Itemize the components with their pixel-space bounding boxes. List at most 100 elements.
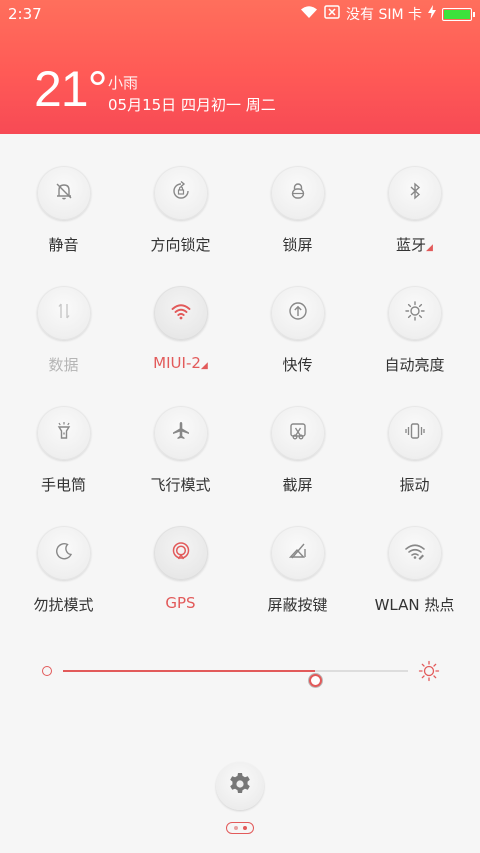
brightness-min-icon bbox=[42, 666, 52, 676]
vibrate-icon bbox=[403, 419, 427, 447]
toggle-quick-share[interactable]: 快传 bbox=[239, 286, 356, 375]
toggle-bluetooth[interactable]: 蓝牙◢ bbox=[356, 166, 473, 255]
toggle-silent-bell-button[interactable] bbox=[36, 166, 91, 220]
toggle-moon[interactable]: 勿扰模式 bbox=[5, 526, 122, 615]
toggle-label: 数据 bbox=[5, 354, 122, 375]
gear-icon bbox=[227, 771, 253, 801]
silent-bell-icon bbox=[52, 179, 76, 207]
toggle-label: WLAN 热点 bbox=[356, 594, 473, 615]
toggle-label: 蓝牙◢ bbox=[356, 234, 473, 255]
brightness-thumb[interactable] bbox=[308, 674, 322, 687]
toggle-label: 静音 bbox=[5, 234, 122, 255]
toggle-label: 屏蔽按键 bbox=[239, 594, 356, 615]
toggle-block-keys-button[interactable] bbox=[270, 526, 325, 580]
weather-condition: 小雨 bbox=[108, 74, 139, 92]
page-dot-1 bbox=[233, 826, 238, 830]
wifi-status-icon bbox=[300, 5, 318, 23]
toggle-label-text: 数据 bbox=[48, 356, 79, 374]
brightness-max-sun-icon bbox=[418, 660, 440, 682]
toggle-flashlight-button[interactable] bbox=[36, 406, 91, 460]
toggle-label-text: 方向锁定 bbox=[150, 236, 211, 254]
toggle-vibrate-button[interactable] bbox=[387, 406, 442, 460]
toggle-label: 截屏 bbox=[239, 474, 356, 495]
toggle-label: 手电筒 bbox=[5, 474, 122, 495]
lock-icon bbox=[286, 179, 310, 207]
quick-share-icon bbox=[286, 299, 310, 327]
toggle-gps[interactable]: GPS bbox=[122, 526, 239, 612]
status-time: 2:37 bbox=[8, 5, 42, 23]
status-icons: 没有 SIM 卡 bbox=[300, 4, 475, 24]
toggle-rotation-lock-button[interactable] bbox=[153, 166, 208, 220]
toggle-lock[interactable]: 锁屏 bbox=[239, 166, 356, 255]
toggle-label-text: GPS bbox=[165, 594, 196, 612]
no-sim-icon bbox=[324, 5, 340, 23]
toggle-label-text: WLAN 热点 bbox=[374, 596, 455, 614]
bluetooth-icon bbox=[403, 179, 427, 207]
hotspot-icon bbox=[403, 539, 427, 567]
weather-date: 05月15日 四月初一 周二 bbox=[108, 96, 276, 114]
toggle-label-text: 快传 bbox=[282, 356, 313, 374]
toggle-mobile-data[interactable]: 数据 bbox=[5, 286, 122, 375]
rotation-lock-icon bbox=[169, 179, 193, 207]
toggle-screenshot[interactable]: 截屏 bbox=[239, 406, 356, 495]
toggle-label: 方向锁定 bbox=[122, 234, 239, 255]
more-options-triangle-icon: ◢ bbox=[426, 243, 433, 253]
toggle-hotspot-button[interactable] bbox=[387, 526, 442, 580]
toggle-mobile-data-button[interactable] bbox=[36, 286, 91, 340]
toggle-label: 快传 bbox=[239, 354, 356, 375]
toggle-airplane[interactable]: 飞行模式 bbox=[122, 406, 239, 495]
toggle-wifi-button[interactable] bbox=[153, 286, 208, 340]
toggle-label-text: 振动 bbox=[399, 476, 430, 494]
toggle-label-text: 截屏 bbox=[282, 476, 313, 494]
brightness-slider[interactable] bbox=[40, 660, 440, 687]
flashlight-icon bbox=[52, 419, 76, 447]
toggle-label-text: 飞行模式 bbox=[150, 476, 211, 494]
toggle-label-text: 静音 bbox=[48, 236, 79, 254]
carrier-text: 没有 SIM 卡 bbox=[346, 7, 422, 23]
toggle-label: 勿扰模式 bbox=[5, 594, 122, 615]
weather-temperature[interactable]: 21° bbox=[34, 60, 108, 118]
charging-icon bbox=[428, 5, 436, 23]
toggle-label-text: 锁屏 bbox=[282, 236, 313, 254]
toggle-label: 锁屏 bbox=[239, 234, 356, 255]
brightness-track[interactable] bbox=[63, 670, 408, 687]
block-keys-icon bbox=[286, 539, 310, 567]
toggle-hotspot[interactable]: WLAN 热点 bbox=[356, 526, 473, 615]
toggle-gps-button[interactable] bbox=[153, 526, 208, 580]
toggle-bluetooth-button[interactable] bbox=[387, 166, 442, 220]
toggle-airplane-button[interactable] bbox=[153, 406, 208, 460]
moon-icon bbox=[52, 539, 76, 567]
toggle-flashlight[interactable]: 手电筒 bbox=[5, 406, 122, 495]
toggle-label-text: 手电筒 bbox=[40, 476, 86, 494]
toggle-auto-brightness-button[interactable] bbox=[387, 286, 442, 340]
toggle-label: GPS bbox=[122, 594, 239, 612]
airplane-icon bbox=[169, 419, 193, 447]
toggle-lock-button[interactable] bbox=[270, 166, 325, 220]
status-bar: 2:37 没有 SIM 卡 bbox=[0, 0, 480, 28]
toggle-rotation-lock[interactable]: 方向锁定 bbox=[122, 166, 239, 255]
toggle-quick-share-button[interactable] bbox=[270, 286, 325, 340]
auto-brightness-icon bbox=[403, 299, 427, 327]
page-indicator[interactable] bbox=[226, 822, 254, 834]
toggle-moon-button[interactable] bbox=[36, 526, 91, 580]
toggle-silent-bell[interactable]: 静音 bbox=[5, 166, 122, 255]
toggle-wifi[interactable]: MIUI-2◢ bbox=[122, 286, 239, 372]
toggle-label-text: 屏蔽按键 bbox=[267, 596, 328, 614]
toggle-vibrate[interactable]: 振动 bbox=[356, 406, 473, 495]
toggle-label: MIUI-2◢ bbox=[122, 354, 239, 372]
header-weather-panel: 2:37 没有 SIM 卡 21° 小雨 05月15日 四月初一 周二 bbox=[0, 0, 480, 134]
toggle-label: 飞行模式 bbox=[122, 474, 239, 495]
toggle-label-text: MIUI-2 bbox=[153, 354, 201, 372]
toggle-screenshot-button[interactable] bbox=[270, 406, 325, 460]
toggle-label: 振动 bbox=[356, 474, 473, 495]
toggle-label-text: 勿扰模式 bbox=[33, 596, 94, 614]
toggle-label-text: 自动亮度 bbox=[384, 356, 445, 374]
screenshot-icon bbox=[286, 419, 310, 447]
more-options-triangle-icon: ◢ bbox=[200, 361, 208, 371]
settings-button[interactable] bbox=[216, 762, 264, 810]
mobile-data-icon bbox=[52, 299, 76, 327]
toggle-auto-brightness[interactable]: 自动亮度 bbox=[356, 286, 473, 375]
brightness-fill bbox=[63, 670, 315, 672]
toggle-block-keys[interactable]: 屏蔽按键 bbox=[239, 526, 356, 615]
gps-icon bbox=[169, 539, 193, 567]
